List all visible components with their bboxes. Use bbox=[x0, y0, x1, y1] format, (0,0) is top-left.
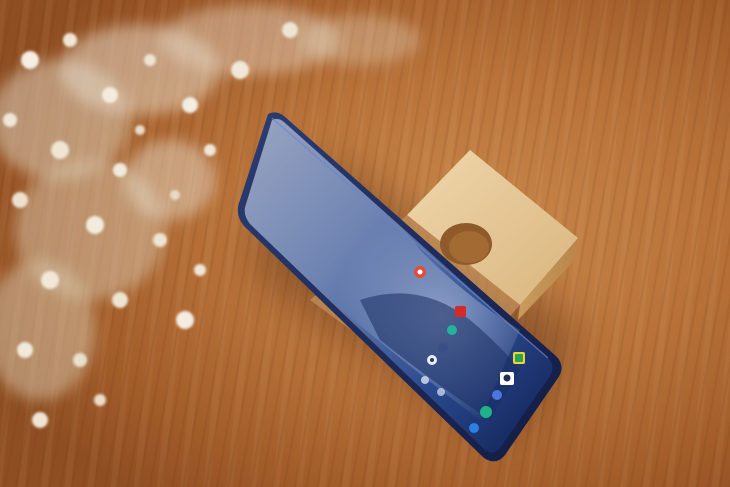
app-icon-teal[interactable] bbox=[447, 325, 457, 335]
app-icon-flag[interactable] bbox=[455, 306, 466, 317]
app-icon-blue[interactable] bbox=[492, 390, 502, 400]
app-icon-small[interactable] bbox=[421, 376, 429, 384]
photo-scene bbox=[0, 0, 730, 487]
phone-and-stand bbox=[0, 5, 578, 462]
app-icon-phone[interactable] bbox=[469, 423, 479, 433]
app-icon-green[interactable] bbox=[480, 406, 492, 418]
app-icon-dark[interactable] bbox=[438, 343, 448, 353]
